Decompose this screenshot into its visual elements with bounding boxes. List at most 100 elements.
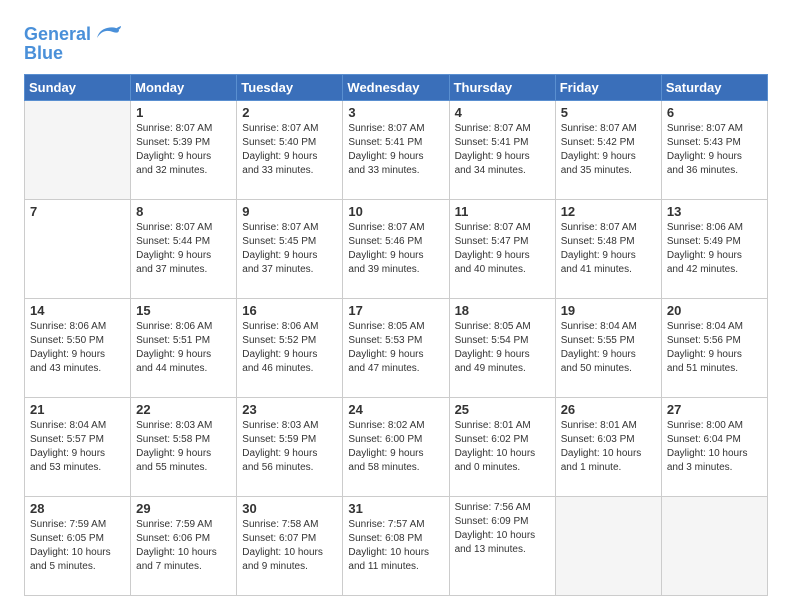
day-info: Sunrise: 8:00 AMSunset: 6:04 PMDaylight:… — [667, 419, 762, 475]
weekday-header-friday: Friday — [555, 74, 661, 100]
day-info: Sunrise: 8:07 AMSunset: 5:43 PMDaylight:… — [667, 122, 762, 178]
day-number: 31 — [348, 501, 443, 516]
day-info: Sunrise: 8:04 AMSunset: 5:55 PMDaylight:… — [561, 320, 656, 376]
calendar-cell: 13 Sunrise: 8:06 AMSunset: 5:49 PMDayligh… — [661, 199, 767, 298]
day-info: Sunrise: 8:06 AMSunset: 5:52 PMDaylight:… — [242, 320, 337, 376]
calendar-cell: 5 Sunrise: 8:07 AMSunset: 5:42 PMDaylight… — [555, 100, 661, 199]
calendar-cell: 9Sunrise: 8:07 AMSunset: 5:45 PMDaylight… — [237, 199, 343, 298]
day-number: 23 — [242, 402, 337, 417]
weekday-header-saturday: Saturday — [661, 74, 767, 100]
day-number: 16 — [242, 303, 337, 318]
calendar-cell: 21Sunrise: 8:04 AMSunset: 5:57 PMDayligh… — [25, 397, 131, 496]
day-info: Sunrise: 8:07 AMSunset: 5:40 PMDaylight:… — [242, 122, 337, 178]
calendar-cell: 11Sunrise: 8:07 AMSunset: 5:47 PMDayligh… — [449, 199, 555, 298]
day-info: Sunrise: 8:06 AMSunset: 5:49 PMDaylight:… — [667, 221, 762, 277]
day-info: Sunrise: 8:03 AMSunset: 5:59 PMDaylight:… — [242, 419, 337, 475]
day-number: 1 — [136, 105, 231, 120]
weekday-header-tuesday: Tuesday — [237, 74, 343, 100]
calendar-cell: 16 Sunrise: 8:06 AMSunset: 5:52 PMDayligh… — [237, 298, 343, 397]
day-info: Sunrise: 8:07 AMSunset: 5:46 PMDaylight:… — [348, 221, 443, 277]
day-number: 9 — [242, 204, 337, 219]
day-info: Sunrise: 8:01 AMSunset: 6:03 PMDaylight:… — [561, 419, 656, 475]
calendar-cell: 3 Sunrise: 8:07 AMSunset: 5:41 PMDaylight… — [343, 100, 449, 199]
logo: General Blue — [24, 24, 121, 64]
day-info: Sunrise: 8:07 AMSunset: 5:48 PMDaylight:… — [561, 221, 656, 277]
day-number: 3 — [348, 105, 443, 120]
day-number: 22 — [136, 402, 231, 417]
calendar-cell — [661, 496, 767, 595]
day-number: 24 — [348, 402, 443, 417]
logo-text-line1: General — [24, 25, 91, 45]
calendar-cell: 22 Sunrise: 8:03 AMSunset: 5:58 PMDayligh… — [131, 397, 237, 496]
logo-text-line2: Blue — [24, 44, 63, 64]
day-info: Sunrise: 8:02 AMSunset: 6:00 PMDaylight:… — [348, 419, 443, 475]
day-info: Sunrise: 7:59 AMSunset: 6:05 PMDaylight:… — [30, 518, 125, 574]
calendar-cell: 18 Sunrise: 8:05 AMSunset: 5:54 PMDayligh… — [449, 298, 555, 397]
calendar-cell: 27 Sunrise: 8:00 AMSunset: 6:04 PMDayligh… — [661, 397, 767, 496]
calendar-cell — [25, 100, 131, 199]
calendar-cell: 7 — [25, 199, 131, 298]
day-number: 19 — [561, 303, 656, 318]
day-number: 18 — [455, 303, 550, 318]
day-number: 21 — [30, 402, 125, 417]
weekday-header-row: SundayMondayTuesdayWednesdayThursdayFrid… — [25, 74, 768, 100]
weekday-header-sunday: Sunday — [25, 74, 131, 100]
day-info: Sunrise: 8:07 AMSunset: 5:47 PMDaylight:… — [455, 221, 550, 277]
calendar-cell — [555, 496, 661, 595]
day-info: Sunrise: 8:07 AMSunset: 5:41 PMDaylight:… — [348, 122, 443, 178]
day-info: Sunrise: 7:57 AMSunset: 6:08 PMDaylight:… — [348, 518, 443, 574]
day-info: Sunrise: 8:07 AMSunset: 5:39 PMDaylight:… — [136, 122, 231, 178]
calendar-week-3: 14 Sunrise: 8:06 AMSunset: 5:50 PMDayligh… — [25, 298, 768, 397]
calendar-cell: 30 Sunrise: 7:58 AMSunset: 6:07 PMDayligh… — [237, 496, 343, 595]
day-info: Sunrise: 8:07 AMSunset: 5:44 PMDaylight:… — [136, 221, 231, 277]
calendar-cell: 1 Sunrise: 8:07 AMSunset: 5:39 PMDaylight… — [131, 100, 237, 199]
calendar-cell: 12 Sunrise: 8:07 AMSunset: 5:48 PMDayligh… — [555, 199, 661, 298]
day-number: 27 — [667, 402, 762, 417]
day-info: Sunrise: 8:05 AMSunset: 5:53 PMDaylight:… — [348, 320, 443, 376]
day-number: 30 — [242, 501, 337, 516]
calendar-cell: 14 Sunrise: 8:06 AMSunset: 5:50 PMDayligh… — [25, 298, 131, 397]
calendar-cell: 31 Sunrise: 7:57 AMSunset: 6:08 PMDayligh… — [343, 496, 449, 595]
calendar-cell: 17 Sunrise: 8:05 AMSunset: 5:53 PMDayligh… — [343, 298, 449, 397]
calendar-cell: 25Sunrise: 8:01 AMSunset: 6:02 PMDayligh… — [449, 397, 555, 496]
day-number: 2 — [242, 105, 337, 120]
day-number: 29 — [136, 501, 231, 516]
day-number: 5 — [561, 105, 656, 120]
day-number: 17 — [348, 303, 443, 318]
calendar-week-2: 78Sunrise: 8:07 AMSunset: 5:44 PMDayligh… — [25, 199, 768, 298]
day-number: 6 — [667, 105, 762, 120]
day-number: 10 — [348, 204, 443, 219]
day-info: Sunrise: 8:07 AMSunset: 5:42 PMDaylight:… — [561, 122, 656, 178]
day-number: 4 — [455, 105, 550, 120]
calendar-cell: 28Sunrise: 7:59 AMSunset: 6:05 PMDayligh… — [25, 496, 131, 595]
logo-bird-icon — [93, 24, 121, 46]
day-number: 13 — [667, 204, 762, 219]
day-info: Sunrise: 8:05 AMSunset: 5:54 PMDaylight:… — [455, 320, 550, 376]
calendar-cell: 24 Sunrise: 8:02 AMSunset: 6:00 PMDayligh… — [343, 397, 449, 496]
day-info: Sunrise: 7:58 AMSunset: 6:07 PMDaylight:… — [242, 518, 337, 574]
calendar-week-4: 21Sunrise: 8:04 AMSunset: 5:57 PMDayligh… — [25, 397, 768, 496]
weekday-header-monday: Monday — [131, 74, 237, 100]
day-info: Sunrise: 7:56 AMSunset: 6:09 PMDaylight:… — [455, 501, 550, 557]
day-info: Sunrise: 8:06 AMSunset: 5:51 PMDaylight:… — [136, 320, 231, 376]
calendar-cell: 15Sunrise: 8:06 AMSunset: 5:51 PMDayligh… — [131, 298, 237, 397]
calendar-table: SundayMondayTuesdayWednesdayThursdayFrid… — [24, 74, 768, 596]
day-number: 14 — [30, 303, 125, 318]
calendar-week-5: 28Sunrise: 7:59 AMSunset: 6:05 PMDayligh… — [25, 496, 768, 595]
header: General Blue — [24, 20, 768, 64]
day-info: Sunrise: 8:01 AMSunset: 6:02 PMDaylight:… — [455, 419, 550, 475]
day-number: 12 — [561, 204, 656, 219]
day-info: Sunrise: 8:04 AMSunset: 5:56 PMDaylight:… — [667, 320, 762, 376]
day-number: 20 — [667, 303, 762, 318]
calendar-cell: Sunrise: 7:56 AMSunset: 6:09 PMDaylight:… — [449, 496, 555, 595]
calendar-cell: 10 Sunrise: 8:07 AMSunset: 5:46 PMDayligh… — [343, 199, 449, 298]
day-info: Sunrise: 8:03 AMSunset: 5:58 PMDaylight:… — [136, 419, 231, 475]
calendar-cell: 29Sunrise: 7:59 AMSunset: 6:06 PMDayligh… — [131, 496, 237, 595]
day-info: Sunrise: 8:07 AMSunset: 5:41 PMDaylight:… — [455, 122, 550, 178]
day-info: Sunrise: 8:06 AMSunset: 5:50 PMDaylight:… — [30, 320, 125, 376]
calendar-cell: 4 Sunrise: 8:07 AMSunset: 5:41 PMDaylight… — [449, 100, 555, 199]
day-number: 7 — [30, 204, 125, 219]
page: General Blue SundayMondayTuesdayWednesda… — [0, 0, 792, 612]
calendar-cell: 23 Sunrise: 8:03 AMSunset: 5:59 PMDayligh… — [237, 397, 343, 496]
calendar-cell: 6 Sunrise: 8:07 AMSunset: 5:43 PMDaylight… — [661, 100, 767, 199]
